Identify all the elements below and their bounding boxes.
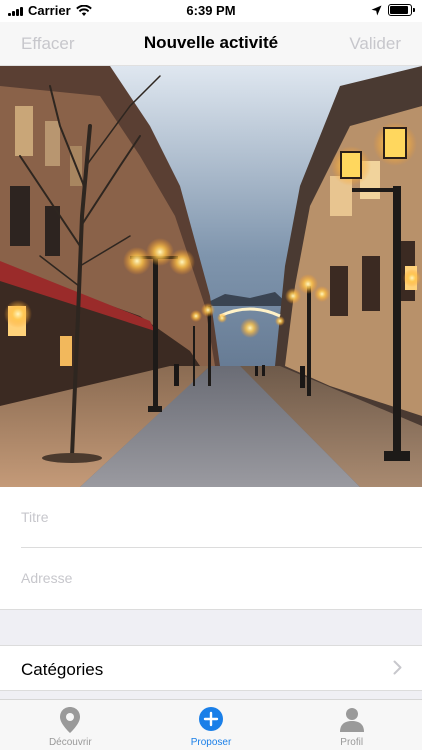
add-circle-icon [199, 707, 223, 731]
tab-discover-label: Découvrir [48, 737, 92, 748]
tab-bar: Découvrir Proposer Profil [0, 699, 422, 750]
activity-photo[interactable] [0, 66, 422, 487]
tab-discover[interactable]: Découvrir [0, 700, 141, 750]
street-photo [0, 66, 422, 487]
status-bar: Carrier 6:39 PM [0, 0, 422, 22]
tab-propose[interactable]: Proposer [141, 700, 282, 750]
location-arrow-icon [371, 5, 382, 15]
profile-icon [339, 708, 364, 732]
tab-propose-label: Proposer [190, 737, 232, 748]
address-input[interactable] [21, 548, 401, 608]
section-gap [0, 609, 422, 646]
title-field [0, 487, 422, 548]
address-field [0, 548, 422, 609]
location-pin-icon [60, 707, 81, 733]
validate-button[interactable]: Valider [349, 34, 401, 54]
section-gap-bottom [0, 691, 422, 699]
battery-fill [390, 6, 408, 14]
tab-profile[interactable]: Profil [281, 700, 422, 750]
title-input[interactable] [21, 487, 401, 547]
categories-label: Catégories [21, 660, 104, 679]
navigation-bar: Effacer Nouvelle activité Valider [0, 22, 422, 66]
activity-form [0, 487, 422, 609]
categories-row[interactable]: Catégories [0, 646, 422, 691]
tab-profile-label: Profil [340, 737, 364, 748]
clock: 6:39 PM [186, 3, 236, 18]
battery-icon [388, 4, 415, 16]
chevron-right-icon [393, 660, 402, 675]
